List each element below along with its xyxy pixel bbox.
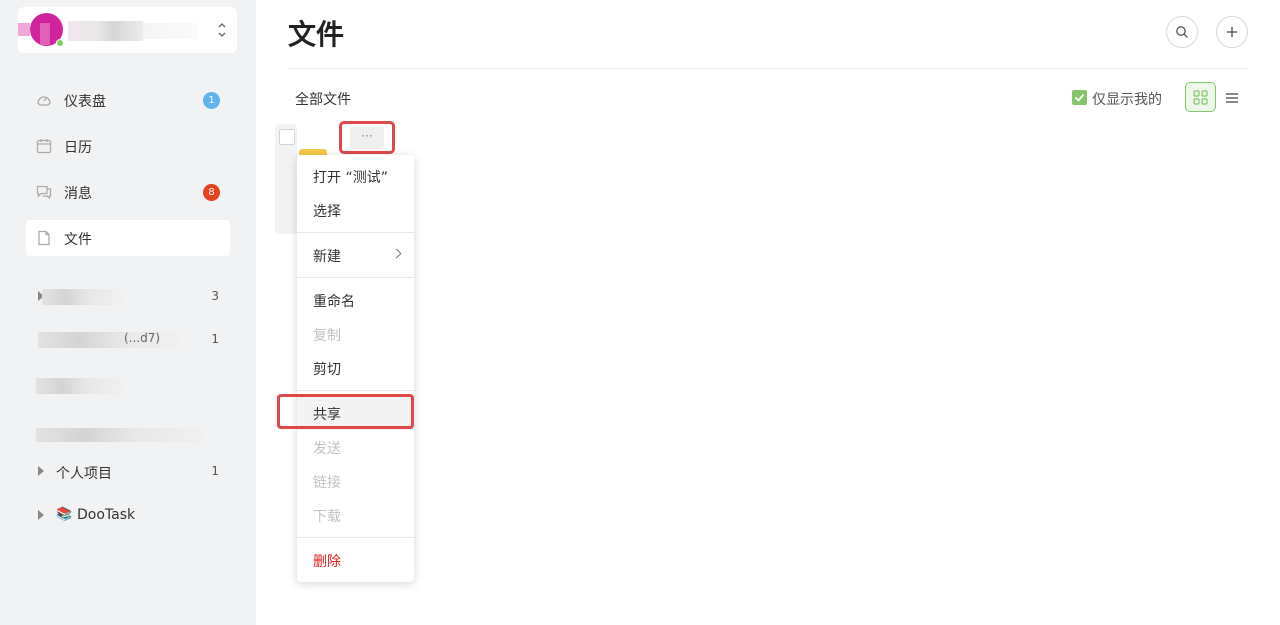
calendar-icon xyxy=(36,139,52,154)
menu-divider xyxy=(297,277,414,278)
sidebar-item-label: 日历 xyxy=(64,140,92,156)
menu-item-label: 重命名 xyxy=(313,294,355,310)
sidebar: 仪表盘 1 日历 消息 8 文件 3 (...d7) 1 个人项目 1 📚 Do… xyxy=(0,0,256,625)
search-icon xyxy=(1176,26,1188,38)
checkbox-checked-icon[interactable] xyxy=(1072,90,1087,105)
header-divider xyxy=(288,68,1248,69)
dashboard-icon xyxy=(37,96,51,106)
menu-divider xyxy=(297,537,414,538)
menu-divider xyxy=(297,232,414,233)
menu-item-rename[interactable]: 重命名 xyxy=(297,283,414,317)
chat-icon xyxy=(36,185,52,200)
project-item[interactable] xyxy=(26,371,230,401)
menu-item-label: 复制 xyxy=(313,328,341,344)
menu-item-select[interactable]: 选择 xyxy=(297,193,414,227)
project-name-partial: (...d7) xyxy=(124,331,161,345)
only-mine-label: 仅显示我的 xyxy=(1092,92,1162,108)
project-name-blurred xyxy=(36,428,202,442)
menu-item-label: 剪切 xyxy=(313,362,341,378)
project-name-blurred xyxy=(36,378,122,394)
menu-item-label: 新建 xyxy=(313,249,341,265)
sidebar-item-messages[interactable]: 消息 8 xyxy=(26,174,230,210)
menu-item-delete[interactable]: 删除 xyxy=(297,543,414,577)
project-name-blurred xyxy=(42,289,122,305)
more-options-button[interactable]: ··· xyxy=(350,127,384,149)
project-emoji-icon: 📚 xyxy=(56,507,73,522)
project-item-dootask[interactable]: 📚 DooTask xyxy=(26,501,230,531)
list-view-icon[interactable] xyxy=(1224,90,1240,106)
sidebar-item-dashboard[interactable]: 仪表盘 1 xyxy=(26,82,230,118)
grid-icon xyxy=(1193,90,1208,105)
menu-item-label: 发送 xyxy=(313,441,341,457)
expand-arrow-icon[interactable] xyxy=(38,466,44,476)
menu-item-label: 选择 xyxy=(313,204,341,220)
file-select-checkbox[interactable] xyxy=(279,129,295,145)
project-count: 1 xyxy=(211,464,219,478)
breadcrumb[interactable]: 全部文件 xyxy=(295,89,351,109)
menu-item-send: 发送 xyxy=(297,430,414,464)
expand-arrow-icon[interactable] xyxy=(38,510,44,520)
sidebar-item-calendar[interactable]: 日历 xyxy=(26,128,230,164)
search-button[interactable] xyxy=(1166,16,1198,48)
account-switcher[interactable] xyxy=(18,7,237,53)
messages-count-badge: 8 xyxy=(203,184,220,201)
plus-icon xyxy=(1227,27,1237,37)
project-name: 个人项目 xyxy=(56,466,112,482)
username-blurred-tail xyxy=(143,23,198,39)
sidebar-item-label: 消息 xyxy=(64,186,92,202)
page-title: 文件 xyxy=(288,18,345,51)
dashboard-count-badge: 1 xyxy=(203,92,220,109)
menu-item-label: 下载 xyxy=(313,509,341,525)
menu-item-copy: 复制 xyxy=(297,317,414,351)
menu-item-download: 下载 xyxy=(297,498,414,532)
menu-item-label: 链接 xyxy=(313,475,341,491)
project-count: 1 xyxy=(211,332,219,346)
menu-item-label: 打开 “测试” xyxy=(313,170,388,186)
menu-item-new[interactable]: 新建 xyxy=(297,238,414,272)
online-status-dot xyxy=(56,39,64,47)
project-item[interactable] xyxy=(26,420,230,450)
menu-item-label: 删除 xyxy=(313,554,341,570)
add-button[interactable] xyxy=(1216,16,1248,48)
chevron-updown-icon xyxy=(218,23,226,37)
sidebar-item-label: 文件 xyxy=(64,232,92,248)
menu-item-open[interactable]: 打开 “测试” xyxy=(297,159,414,193)
project-item[interactable]: 3 xyxy=(26,282,230,312)
share-item-highlight xyxy=(277,394,414,429)
project-count: 3 xyxy=(211,289,219,303)
menu-item-cut[interactable]: 剪切 xyxy=(297,351,414,385)
grid-view-button[interactable] xyxy=(1185,82,1216,112)
sidebar-item-files[interactable]: 文件 xyxy=(26,220,230,256)
menu-item-link: 链接 xyxy=(297,464,414,498)
file-icon xyxy=(38,230,50,246)
sidebar-item-label: 仪表盘 xyxy=(64,94,106,110)
menu-divider xyxy=(297,390,414,391)
project-item-personal[interactable]: 个人项目 1 xyxy=(26,457,230,487)
username-blurred xyxy=(68,21,143,41)
project-item[interactable]: (...d7) 1 xyxy=(26,325,230,355)
more-options-highlight: ··· xyxy=(339,121,395,154)
chevron-right-icon xyxy=(391,248,402,259)
project-name: DooTask xyxy=(77,507,136,523)
file-context-menu: 打开 “测试” 选择 新建 重命名 复制 剪切 共享 发送 链接 下载 删除 xyxy=(297,155,414,582)
